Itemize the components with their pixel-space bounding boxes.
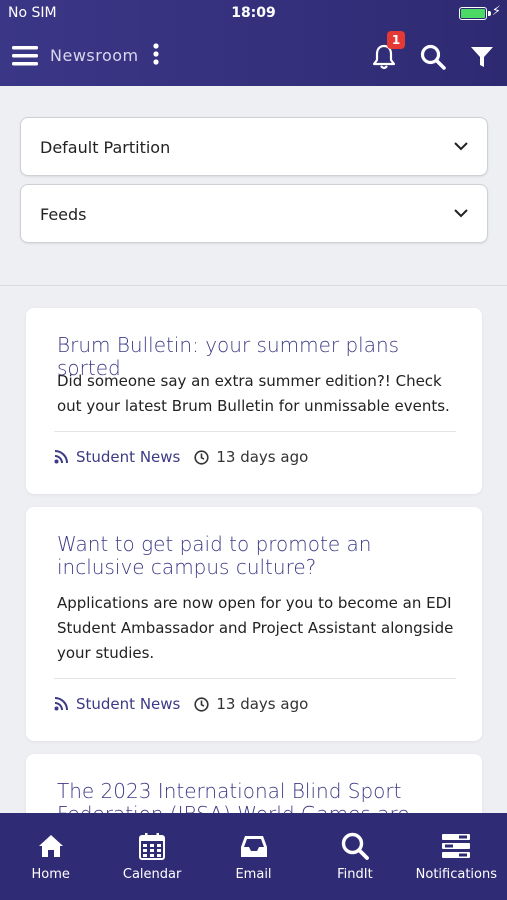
article-title[interactable]: Want to get paid to promote an inclusive… bbox=[57, 533, 462, 579]
home-icon bbox=[38, 835, 63, 857]
search-icon[interactable] bbox=[420, 44, 446, 70]
article-meta: Student News 13 days ago bbox=[54, 694, 308, 714]
partition-value: Default Partition bbox=[40, 138, 171, 157]
feeds-value: Feeds bbox=[40, 205, 87, 224]
chevron-down-icon bbox=[454, 209, 468, 218]
charging-icon: ⚡ bbox=[491, 4, 501, 19]
search-icon bbox=[341, 832, 369, 860]
status-time: 18:09 bbox=[231, 5, 276, 21]
inbox-icon bbox=[240, 836, 267, 857]
nav-findit[interactable]: FindIt bbox=[304, 813, 405, 900]
nav-home[interactable]: Home bbox=[0, 813, 101, 900]
divider bbox=[54, 431, 456, 432]
rss-icon bbox=[54, 697, 68, 711]
more-options-icon[interactable] bbox=[150, 43, 162, 67]
filter-icon[interactable] bbox=[470, 45, 494, 69]
article-time: 13 days ago bbox=[216, 695, 309, 713]
calendar-icon bbox=[139, 833, 166, 860]
chevron-down-icon bbox=[454, 142, 468, 151]
partition-dropdown[interactable]: Default Partition bbox=[20, 117, 488, 176]
filter-panel: Default Partition Feeds bbox=[0, 86, 507, 286]
app-bar: Newsroom 1 bbox=[0, 28, 507, 86]
article-time: 13 days ago bbox=[216, 448, 309, 466]
divider bbox=[54, 678, 456, 679]
news-card[interactable]: Brum Bulletin: your summer plans sorted … bbox=[26, 308, 482, 494]
nav-label: Email bbox=[235, 867, 272, 882]
nav-notifications[interactable]: Notifications bbox=[406, 813, 507, 900]
nav-label: Notifications bbox=[415, 867, 498, 882]
clock-icon bbox=[194, 696, 209, 712]
article-meta: Student News 13 days ago bbox=[54, 447, 308, 467]
rss-icon bbox=[54, 450, 68, 464]
article-category[interactable]: Student News bbox=[76, 695, 180, 713]
clock-icon bbox=[194, 449, 209, 465]
nav-label: Home bbox=[31, 867, 70, 882]
page-title: Newsroom bbox=[50, 46, 139, 65]
battery-icon bbox=[459, 7, 491, 20]
nav-calendar[interactable]: Calendar bbox=[101, 813, 202, 900]
menu-icon[interactable] bbox=[12, 44, 38, 68]
article-title[interactable]: The 2023 International Blind Sport Feder… bbox=[57, 780, 462, 814]
article-summary: Applications are now open for you to bec… bbox=[57, 594, 454, 662]
nav-label: FindIt bbox=[337, 867, 373, 882]
article-category[interactable]: Student News bbox=[76, 448, 180, 466]
nav-email[interactable]: Email bbox=[203, 813, 304, 900]
news-card[interactable]: Want to get paid to promote an inclusive… bbox=[26, 507, 482, 741]
app-header: No SIM 18:09 ⚡ Newsroom 1 bbox=[0, 0, 507, 86]
notifications-list-icon bbox=[442, 834, 471, 858]
status-bar: No SIM 18:09 ⚡ bbox=[0, 0, 507, 28]
notification-badge: 1 bbox=[387, 31, 405, 49]
nav-label: Calendar bbox=[122, 867, 182, 882]
article-summary: Did someone say an extra summer edition?… bbox=[57, 372, 450, 415]
news-card[interactable]: The 2023 International Blind Sport Feder… bbox=[26, 754, 482, 813]
news-feed[interactable]: Brum Bulletin: your summer plans sorted … bbox=[0, 287, 507, 813]
bottom-navigation: Home Calendar Email FindIt Notifications bbox=[0, 813, 507, 900]
feeds-dropdown[interactable]: Feeds bbox=[20, 184, 488, 243]
